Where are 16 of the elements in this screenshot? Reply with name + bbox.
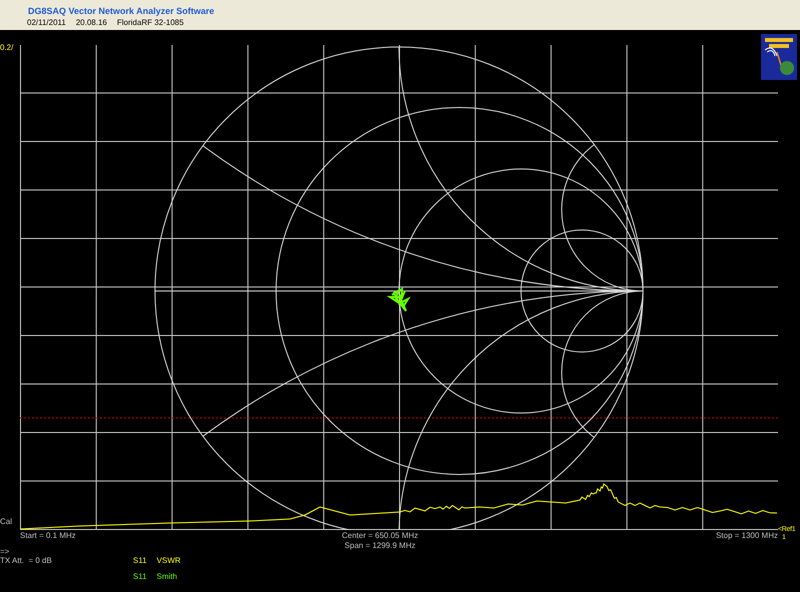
scale-label: 0.2/ xyxy=(0,43,14,52)
trace-parameter: S11 xyxy=(133,555,147,566)
trace-parameter: S11 xyxy=(133,571,147,582)
tx-attenuation: TX Att. = 0 dB xyxy=(0,556,53,565)
trace-format: VSWR xyxy=(156,555,181,566)
date-label: 02/11/2011 xyxy=(27,17,66,28)
window-title: DG8SAQ Vector Network Analyzer Software xyxy=(28,6,214,17)
stop-frequency: Stop = 1300 MHz xyxy=(716,531,778,542)
cal-label: Cal xyxy=(0,517,14,526)
trace-format: Smith xyxy=(156,571,178,582)
time-label: 20.08.16 xyxy=(76,17,107,28)
arrow-label: => xyxy=(0,547,10,556)
center-frequency: Center = 650.05 MHz xyxy=(342,531,418,541)
device-label: FloridaRF 32-1085 xyxy=(117,17,184,28)
span-frequency: Span = 1299.9 MHz xyxy=(344,541,416,551)
logo-icon xyxy=(761,34,797,80)
